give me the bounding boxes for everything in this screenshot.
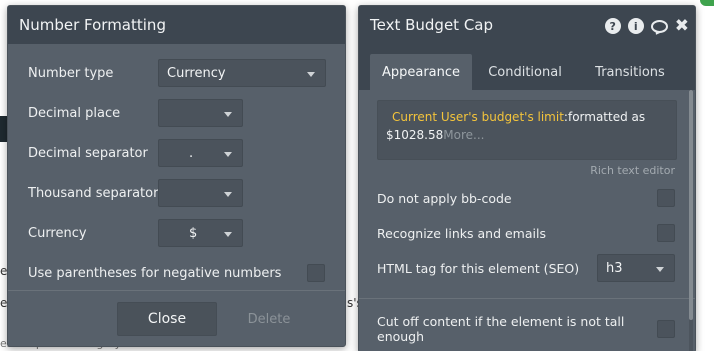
formatted-value: $1028.58 xyxy=(386,128,444,142)
scrollbar-thumb[interactable] xyxy=(689,90,693,320)
recognize-links-label: Recognize links and emails xyxy=(377,225,546,241)
section-divider xyxy=(359,298,695,299)
decimal-separator-select[interactable]: . xyxy=(158,139,243,167)
currency-select[interactable]: $ xyxy=(158,219,243,247)
currency-value: $ xyxy=(189,225,198,241)
parentheses-label: Use parentheses for negative numbers xyxy=(28,265,282,281)
parentheses-row: Use parentheses for negative numbers xyxy=(28,259,325,287)
delete-button[interactable]: Delete xyxy=(234,302,304,336)
expression-suffix: :formatted as xyxy=(563,110,646,124)
thousand-separator-row: Thousand separator xyxy=(28,179,325,207)
dialog-title: Number Formatting xyxy=(8,6,345,44)
more-link[interactable]: More... xyxy=(443,128,484,142)
decimal-place-row: Decimal place xyxy=(28,99,325,127)
help-icon[interactable]: ? xyxy=(604,18,621,34)
no-bbcode-checkbox[interactable] xyxy=(657,189,675,207)
html-tag-label: HTML tag for this element (SEO) xyxy=(377,260,580,276)
background-element xyxy=(0,116,7,142)
close-icon[interactable]: ✖ xyxy=(675,18,689,35)
chevron-down-icon xyxy=(224,192,232,197)
background-element xyxy=(700,0,714,6)
thousand-separator-select[interactable] xyxy=(158,179,243,207)
html-tag-select[interactable]: h3 xyxy=(597,254,675,282)
no-bbcode-label: Do not apply bb-code xyxy=(377,190,512,206)
text-content-editor[interactable]: Current User's budget's limit:formatted … xyxy=(377,100,677,160)
number-type-select[interactable]: Currency xyxy=(158,59,326,87)
number-type-label: Number type xyxy=(28,65,114,81)
parentheses-checkbox[interactable] xyxy=(307,264,325,282)
recognize-links-row: Recognize links and emails xyxy=(377,219,675,247)
no-bbcode-row: Do not apply bb-code xyxy=(377,184,675,212)
close-button[interactable]: Close xyxy=(117,302,217,336)
number-type-row: Number type Currency xyxy=(28,59,326,87)
tab-conditional[interactable]: Conditional xyxy=(479,54,571,90)
dialog-footer: Close Delete xyxy=(8,290,345,346)
appearance-content: Current User's budget's limit:formatted … xyxy=(359,90,695,351)
number-formatting-dialog: Number Formatting Number type Currency D… xyxy=(7,5,346,347)
chevron-down-icon xyxy=(224,232,232,237)
currency-row: Currency $ xyxy=(28,219,325,247)
tab-transitions[interactable]: Transitions xyxy=(585,54,675,90)
property-editor-panel: Text Budget Cap ? i ✖ Appearance Conditi… xyxy=(358,5,696,351)
cut-off-label: Cut off content if the element is not ta… xyxy=(377,314,625,344)
decimal-separator-row: Decimal separator . xyxy=(28,139,325,167)
tab-appearance[interactable]: Appearance xyxy=(370,54,472,90)
decimal-separator-value: . xyxy=(189,145,194,161)
panel-header-icons: ? i ✖ xyxy=(604,18,689,35)
html-tag-row: HTML tag for this element (SEO) h3 xyxy=(377,254,675,282)
recognize-links-checkbox[interactable] xyxy=(657,224,675,242)
number-type-value: Currency xyxy=(167,65,226,81)
chevron-down-icon xyxy=(224,112,232,117)
scrollbar[interactable] xyxy=(689,90,693,351)
cut-off-row: Cut off content if the element is not ta… xyxy=(377,314,675,344)
comment-icon[interactable] xyxy=(650,19,668,33)
chevron-down-icon xyxy=(307,72,315,77)
decimal-place-label: Decimal place xyxy=(28,105,121,121)
decimal-separator-label: Decimal separator xyxy=(28,145,148,161)
cut-off-checkbox[interactable] xyxy=(657,320,675,338)
currency-label: Currency xyxy=(28,225,87,241)
chevron-down-icon xyxy=(224,152,232,157)
tab-bar: Appearance Conditional Transitions xyxy=(359,44,695,90)
html-tag-value: h3 xyxy=(606,260,623,276)
thousand-separator-label: Thousand separator xyxy=(28,185,159,201)
info-icon[interactable]: i xyxy=(627,18,644,34)
decimal-place-select[interactable] xyxy=(158,99,243,127)
rich-text-editor-link[interactable]: Rich text editor xyxy=(590,164,675,177)
dynamic-expression[interactable]: Current User's budget's limit xyxy=(386,110,564,124)
chevron-down-icon xyxy=(656,267,664,272)
